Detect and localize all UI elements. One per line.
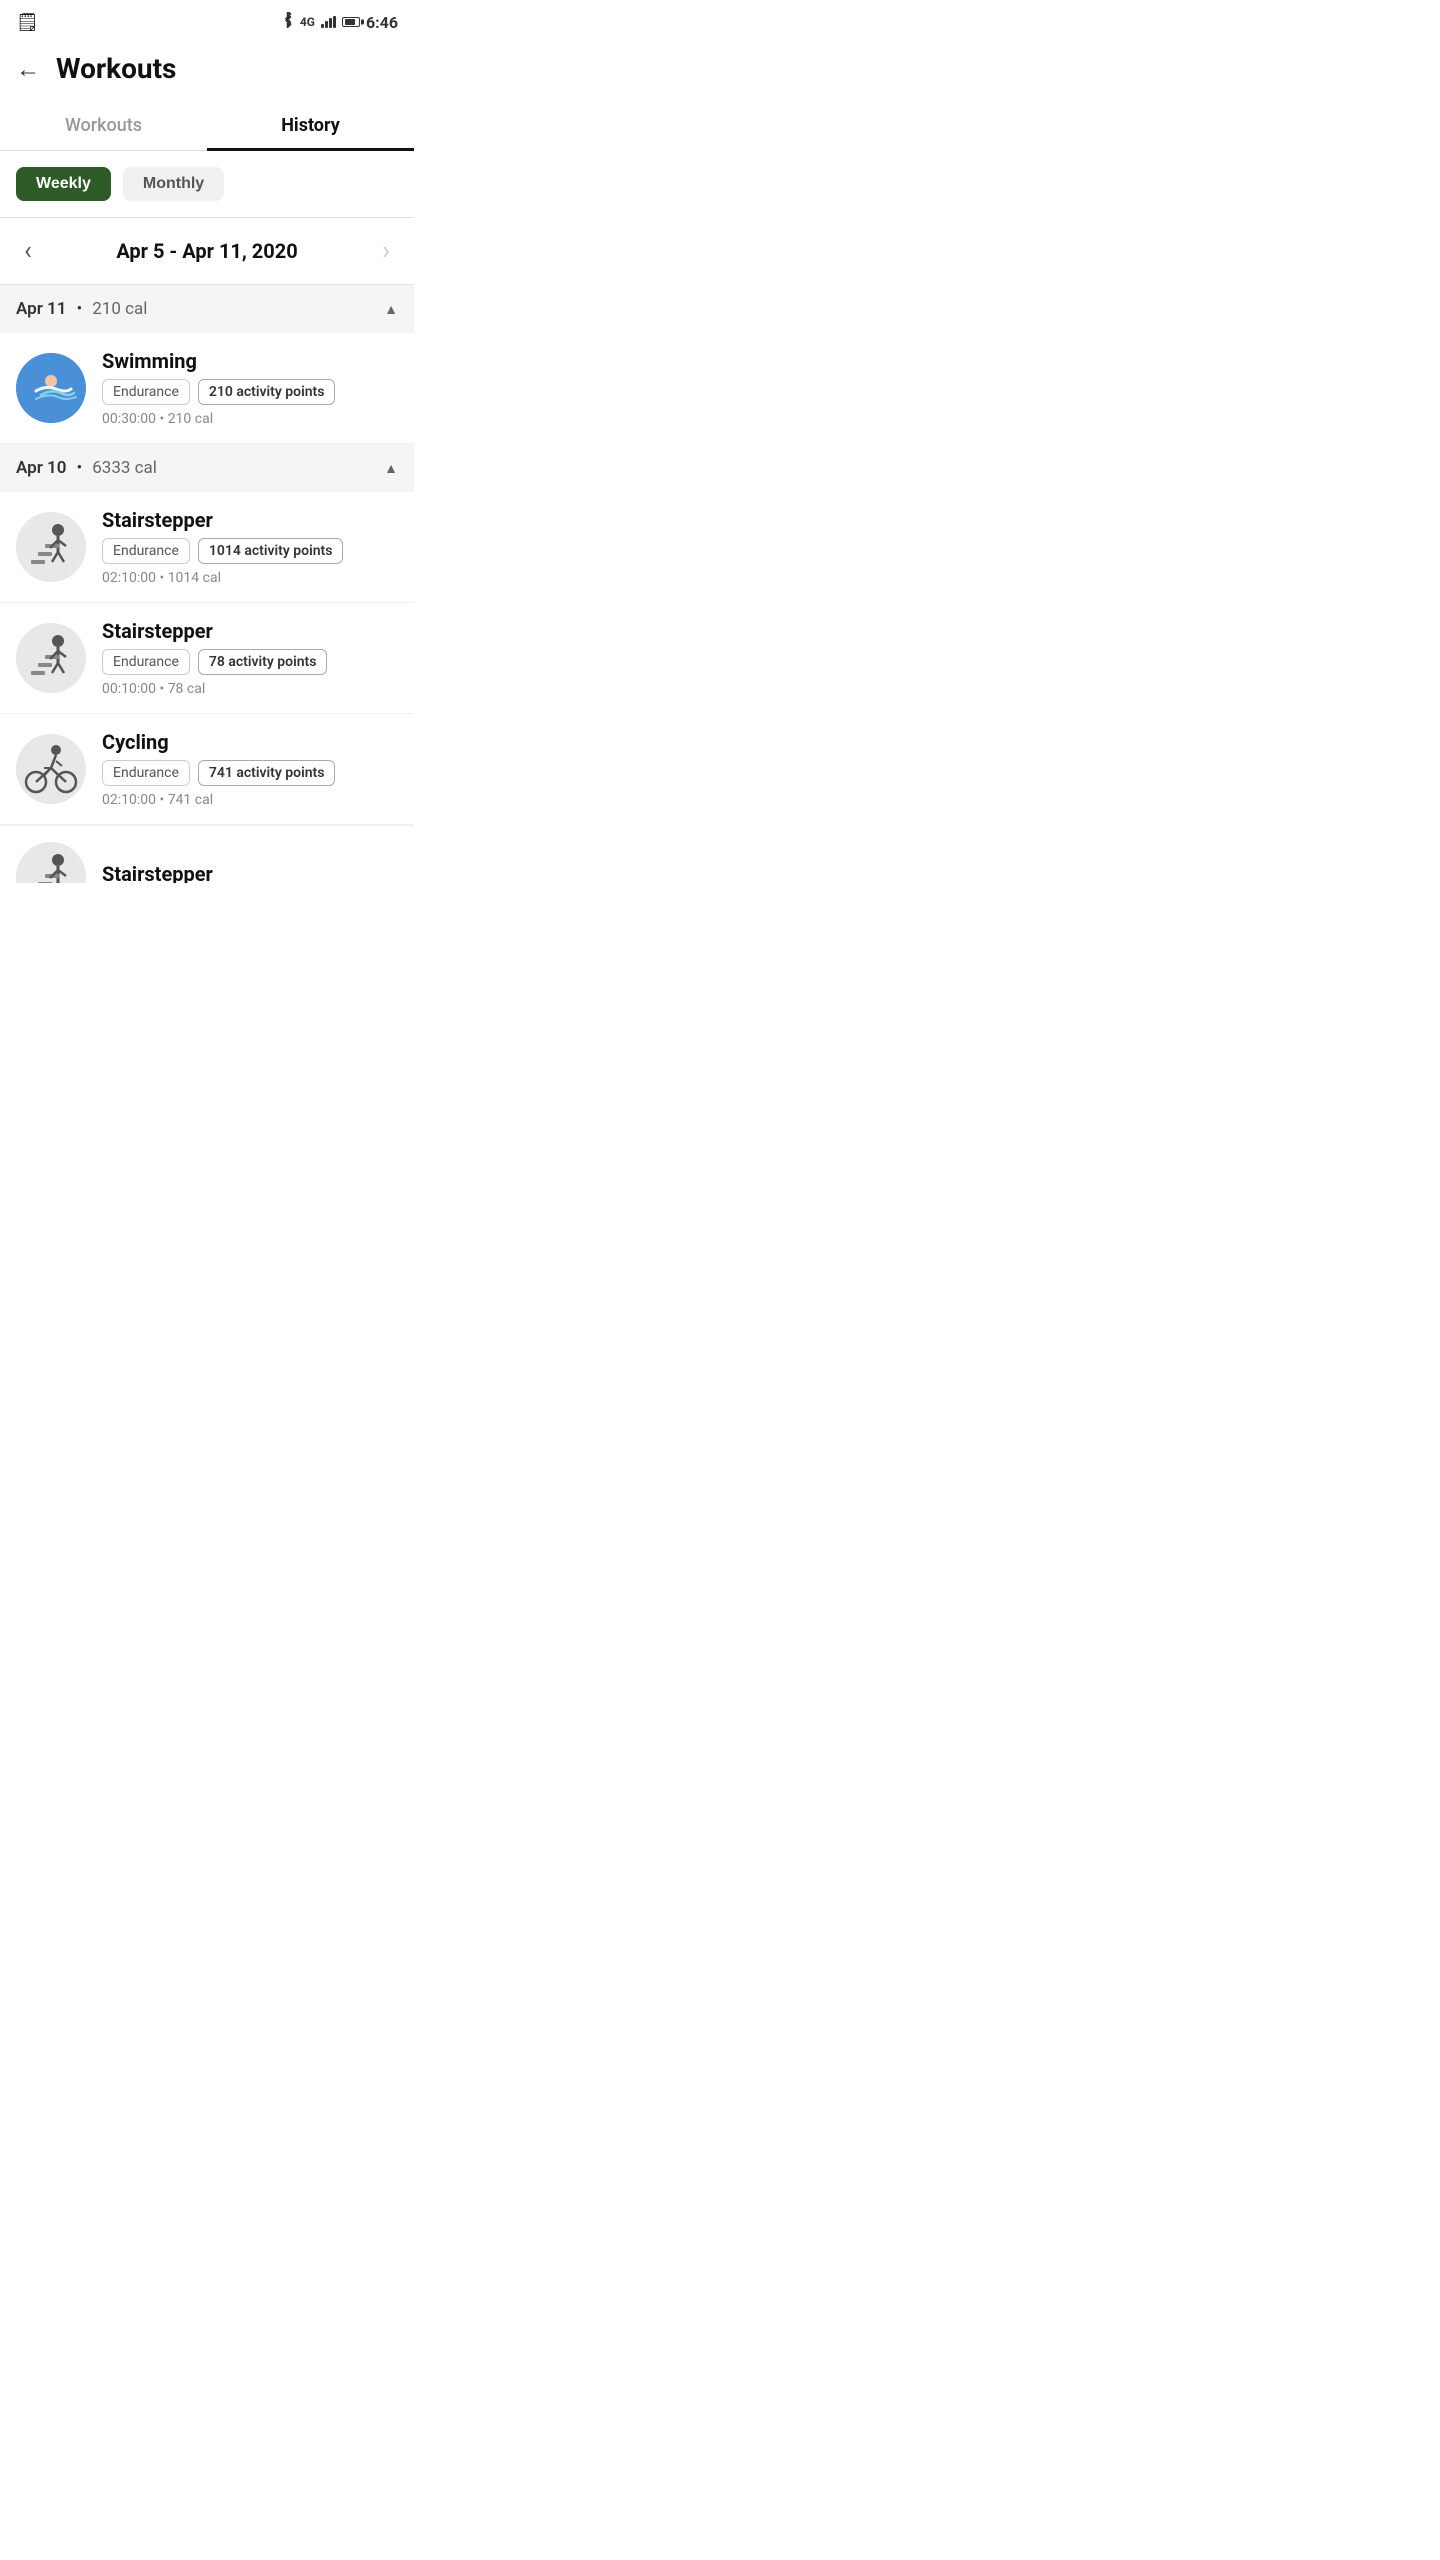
workout-info-cycling: Cycling Endurance 741 activity points 02… [102, 730, 398, 808]
status-bar: 🗒 4G 6:46 [0, 0, 414, 40]
tab-history[interactable]: History [207, 101, 414, 150]
workout-info-swimming: Swimming Endurance 210 activity points 0… [102, 349, 398, 427]
category-tag-cycling: Endurance [102, 760, 190, 786]
back-button[interactable]: ← [16, 57, 40, 81]
tab-bar: Workouts History [0, 101, 414, 151]
day-header-apr10[interactable]: Apr 10 • 6333 cal ▲ [0, 444, 414, 492]
workout-avatar-stairstepper1 [16, 512, 86, 582]
workout-name-stairstepper2: Stairstepper [102, 619, 398, 643]
week-label: Apr 5 - Apr 11, 2020 [116, 239, 297, 263]
points-tag-stairstepper1: 1014 activity points [198, 538, 344, 564]
status-right: 4G 6:46 [281, 12, 398, 32]
points-tag-swimming: 210 activity points [198, 379, 336, 405]
workout-meta-swimming: 00:30:00 • 210 cal [102, 411, 398, 427]
filter-monthly[interactable]: Monthly [123, 167, 224, 201]
workout-avatar-stairstepper2 [16, 623, 86, 693]
workout-name-swimming: Swimming [102, 349, 398, 373]
day-header-apr11[interactable]: Apr 11 • 210 cal ▲ [0, 285, 414, 333]
workout-tags-stairstepper1: Endurance 1014 activity points [102, 538, 398, 564]
workout-cycling[interactable]: Cycling Endurance 741 activity points 02… [0, 714, 414, 825]
workout-partial-stairstepper[interactable]: Stairstepper [0, 825, 414, 883]
day-date-apr10: Apr 10 [16, 458, 66, 478]
category-tag-stairstepper2: Endurance [102, 649, 190, 675]
workout-avatar-cycling [16, 734, 86, 804]
page-title: Workouts [56, 52, 176, 85]
battery-icon [342, 14, 360, 30]
workout-avatar-partial [16, 842, 86, 883]
week-navigation: ‹ Apr 5 - Apr 11, 2020 › [0, 218, 414, 285]
workout-meta-stairstepper2: 00:10:00 • 78 cal [102, 681, 398, 697]
header: ← Workouts [0, 40, 414, 101]
workout-tags-cycling: Endurance 741 activity points [102, 760, 398, 786]
collapse-apr10: ▲ [384, 460, 398, 477]
category-tag-swimming: Endurance [102, 379, 190, 405]
workout-swimming[interactable]: Swimming Endurance 210 activity points 0… [0, 333, 414, 444]
filter-row: Weekly Monthly [0, 151, 414, 217]
workout-meta-cycling: 02:10:00 • 741 cal [102, 792, 398, 808]
app-icon: 🗒 [16, 12, 39, 33]
collapse-apr11: ▲ [384, 301, 398, 318]
day-cal-apr11: 210 cal [92, 299, 147, 319]
workout-name-stairstepper1: Stairstepper [102, 508, 398, 532]
day-cal-apr10: 6333 cal [92, 458, 157, 478]
workout-info-stairstepper1: Stairstepper Endurance 1014 activity poi… [102, 508, 398, 586]
workout-tags-stairstepper2: Endurance 78 activity points [102, 649, 398, 675]
workout-name-partial: Stairstepper [102, 862, 398, 883]
category-tag-stairstepper1: Endurance [102, 538, 190, 564]
workout-stairstepper1[interactable]: Stairstepper Endurance 1014 activity poi… [0, 492, 414, 603]
bluetooth-icon [281, 12, 294, 32]
workout-name-cycling: Cycling [102, 730, 398, 754]
workout-partial-inner: Stairstepper [0, 826, 414, 883]
workout-meta-stairstepper1: 02:10:00 • 1014 cal [102, 570, 398, 586]
tab-workouts[interactable]: Workouts [0, 101, 207, 150]
filter-weekly[interactable]: Weekly [16, 167, 111, 201]
points-tag-stairstepper2: 78 activity points [198, 649, 328, 675]
prev-week-button[interactable]: ‹ [16, 232, 40, 270]
points-tag-cycling: 741 activity points [198, 760, 336, 786]
next-week-button[interactable]: › [374, 232, 398, 270]
time-label: 6:46 [366, 13, 398, 32]
status-left: 🗒 [16, 12, 39, 33]
network-label: 4G [300, 15, 315, 29]
day-date-apr11: Apr 11 [16, 299, 66, 319]
signal-icon [321, 16, 336, 28]
workout-tags-swimming: Endurance 210 activity points [102, 379, 398, 405]
workout-info-stairstepper2: Stairstepper Endurance 78 activity point… [102, 619, 398, 697]
workout-avatar-swimming [16, 353, 86, 423]
workout-stairstepper2[interactable]: Stairstepper Endurance 78 activity point… [0, 603, 414, 714]
